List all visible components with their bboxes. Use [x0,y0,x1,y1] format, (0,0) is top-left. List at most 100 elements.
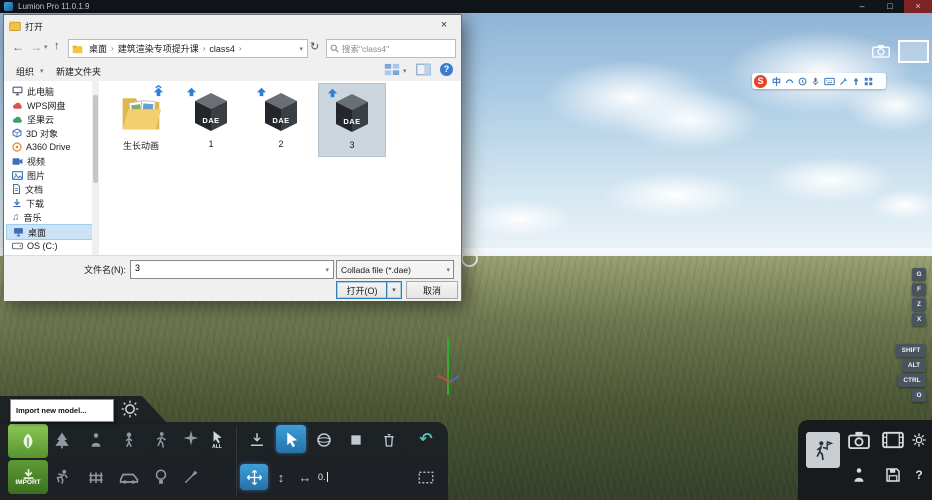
category-all-button[interactable]: ALL [204,425,230,455]
nav-up-button[interactable]: ↑ [54,40,60,52]
nav-forward-button[interactable]: → [30,40,42,54]
open-split-dropdown[interactable]: ▾ [386,281,402,299]
dialog-close-button[interactable]: × [429,16,459,35]
preview-pane-icon[interactable] [416,63,431,78]
filename-dropdown-icon[interactable]: ▾ [325,266,333,274]
select-tool-button[interactable] [276,425,306,453]
move-horizontal-button[interactable]: ↔ [294,464,316,490]
open-button-label: 打开(O) [347,284,378,297]
sidebar-item-this-pc[interactable]: 此电脑 [6,84,94,98]
file-item-folder[interactable]: 生长动画 [108,83,174,155]
address-bar[interactable]: 桌面 › 建筑渲染专项提升课 › class4 › ▾ [68,39,308,58]
view-thumbnails-icon[interactable] [384,63,400,78]
address-dropdown-icon[interactable]: ▾ [299,45,307,53]
sidebar-label: 3D 对象 [26,127,58,140]
filetype-dropdown-icon: ▾ [446,266,453,274]
ime-clock-icon[interactable] [798,77,807,86]
sidebar-item-videos[interactable]: 视频 [6,154,94,168]
ime-toolbox-icon[interactable] [839,77,848,86]
breadcrumb-desktop[interactable]: 桌面 [86,42,110,55]
category-walking-person-button[interactable] [148,427,174,453]
settings-button[interactable] [909,427,929,453]
open-button[interactable]: 打开(O) [336,281,388,299]
dialog-titlebar[interactable]: 打开 × [4,15,461,37]
category-trees-button[interactable] [49,427,75,453]
sidebar-item-pictures[interactable]: 图片 [6,168,94,182]
breadcrumb-class4[interactable]: class4 [206,44,238,54]
file-item-dae-2[interactable]: DAE 2 [248,83,314,155]
ime-lang-icon[interactable]: 中 [772,75,781,88]
sidebar-label: WPS网盘 [27,99,66,112]
category-materials-button[interactable] [178,464,204,490]
sidebar-item-desktop[interactable]: 桌面 [6,224,96,240]
ime-keyboard-icon[interactable] [824,77,835,86]
import-model-button[interactable]: IMPORT [8,460,48,494]
ime-mic-icon[interactable] [811,77,820,86]
category-animals-button[interactable] [49,464,75,490]
file-item-dae-1[interactable]: DAE 1 [178,83,244,155]
filename-input[interactable] [135,263,315,273]
category-vehicles-button[interactable] [116,464,142,490]
offset-value-field[interactable]: 0. [318,466,350,488]
sidebar-item-3d-objects[interactable]: 3D 对象 [6,126,94,140]
scrollbar-thumb[interactable] [93,95,98,183]
key-hint-o: O [912,389,926,402]
nav-history-dropdown[interactable]: ▾ [44,43,48,51]
filetype-combobox[interactable]: Collada file (*.dae) ▾ [336,260,454,279]
sphere-tool-button[interactable] [311,427,337,453]
sidebar-scrollbar[interactable] [92,81,99,255]
cancel-button[interactable]: 取消 [406,281,458,299]
close-button[interactable]: × [904,0,932,13]
sidebar-item-wps-cloud[interactable]: WPS网盘 [6,98,94,112]
ime-grid-icon[interactable] [864,77,873,86]
screenshot-icon[interactable] [872,44,890,63]
category-characters-button[interactable] [116,427,142,453]
sidebar-item-os-c[interactable]: OS (C:) [6,239,94,253]
nav-back-button[interactable]: ← [12,40,24,54]
save-button[interactable] [877,460,909,490]
help-button[interactable]: ? [909,462,929,488]
key-hint-x: X [912,313,926,326]
file-item-dae-3-selected[interactable]: DAE 3 [318,83,386,157]
organize-button[interactable]: 组织 [16,65,34,78]
sidebar-item-downloads[interactable]: 下载 [6,196,94,210]
filename-combobox[interactable]: ▾ [130,260,334,279]
sidebar-label: 下载 [26,197,44,210]
weather-sun-icon[interactable] [120,399,140,424]
ime-pin-icon[interactable] [852,77,860,86]
category-lights-button[interactable] [148,464,174,490]
new-folder-button[interactable]: 新建文件夹 [56,65,101,78]
sidebar-item-a360-drive[interactable]: A360 Drive [6,140,94,154]
sidebar-item-documents[interactable]: 文档 [6,182,94,196]
help-icon[interactable]: ? [440,63,453,76]
nature-objects-button[interactable] [8,424,48,458]
minimize-button[interactable]: – [848,0,876,13]
dae-overlay-icon [185,85,198,100]
selection-box-button[interactable] [412,464,440,490]
photo-mode-button[interactable] [843,425,875,455]
undo-button[interactable]: ↶ [412,425,440,453]
key-hint-g: G [912,268,926,281]
place-object-button[interactable] [244,427,270,453]
viewport-preview[interactable] [898,40,929,63]
sidebar-item-nutstore[interactable]: 坚果云 [6,112,94,126]
ime-logo-icon[interactable]: S [754,75,767,88]
ime-punctuation-icon[interactable] [785,77,794,86]
view-dropdown-icon[interactable]: ▾ [403,67,407,75]
rectangle-tool-button[interactable] [343,427,369,453]
movie-mode-button[interactable] [877,425,909,455]
search-box[interactable]: 搜索"class4" [326,39,456,58]
sidebar-item-music[interactable]: ♫音乐 [6,210,94,224]
category-effects-button[interactable] [178,425,204,451]
category-people-button[interactable] [83,427,109,453]
lumion-titlebar: Lumion Pro 11.0.1.9 – □ × [0,0,932,13]
panorama-mode-button[interactable] [843,460,875,490]
build-mode-button[interactable] [806,432,840,468]
refresh-button[interactable]: ↻ [310,40,319,53]
move-vertical-button[interactable]: ↕ [270,464,292,490]
delete-object-button[interactable] [376,427,402,453]
breadcrumb-course-folder[interactable]: 建筑渲染专项提升课 [115,42,202,55]
maximize-button[interactable]: □ [876,0,904,13]
move-object-button[interactable] [240,464,268,490]
category-fences-button[interactable] [83,464,109,490]
